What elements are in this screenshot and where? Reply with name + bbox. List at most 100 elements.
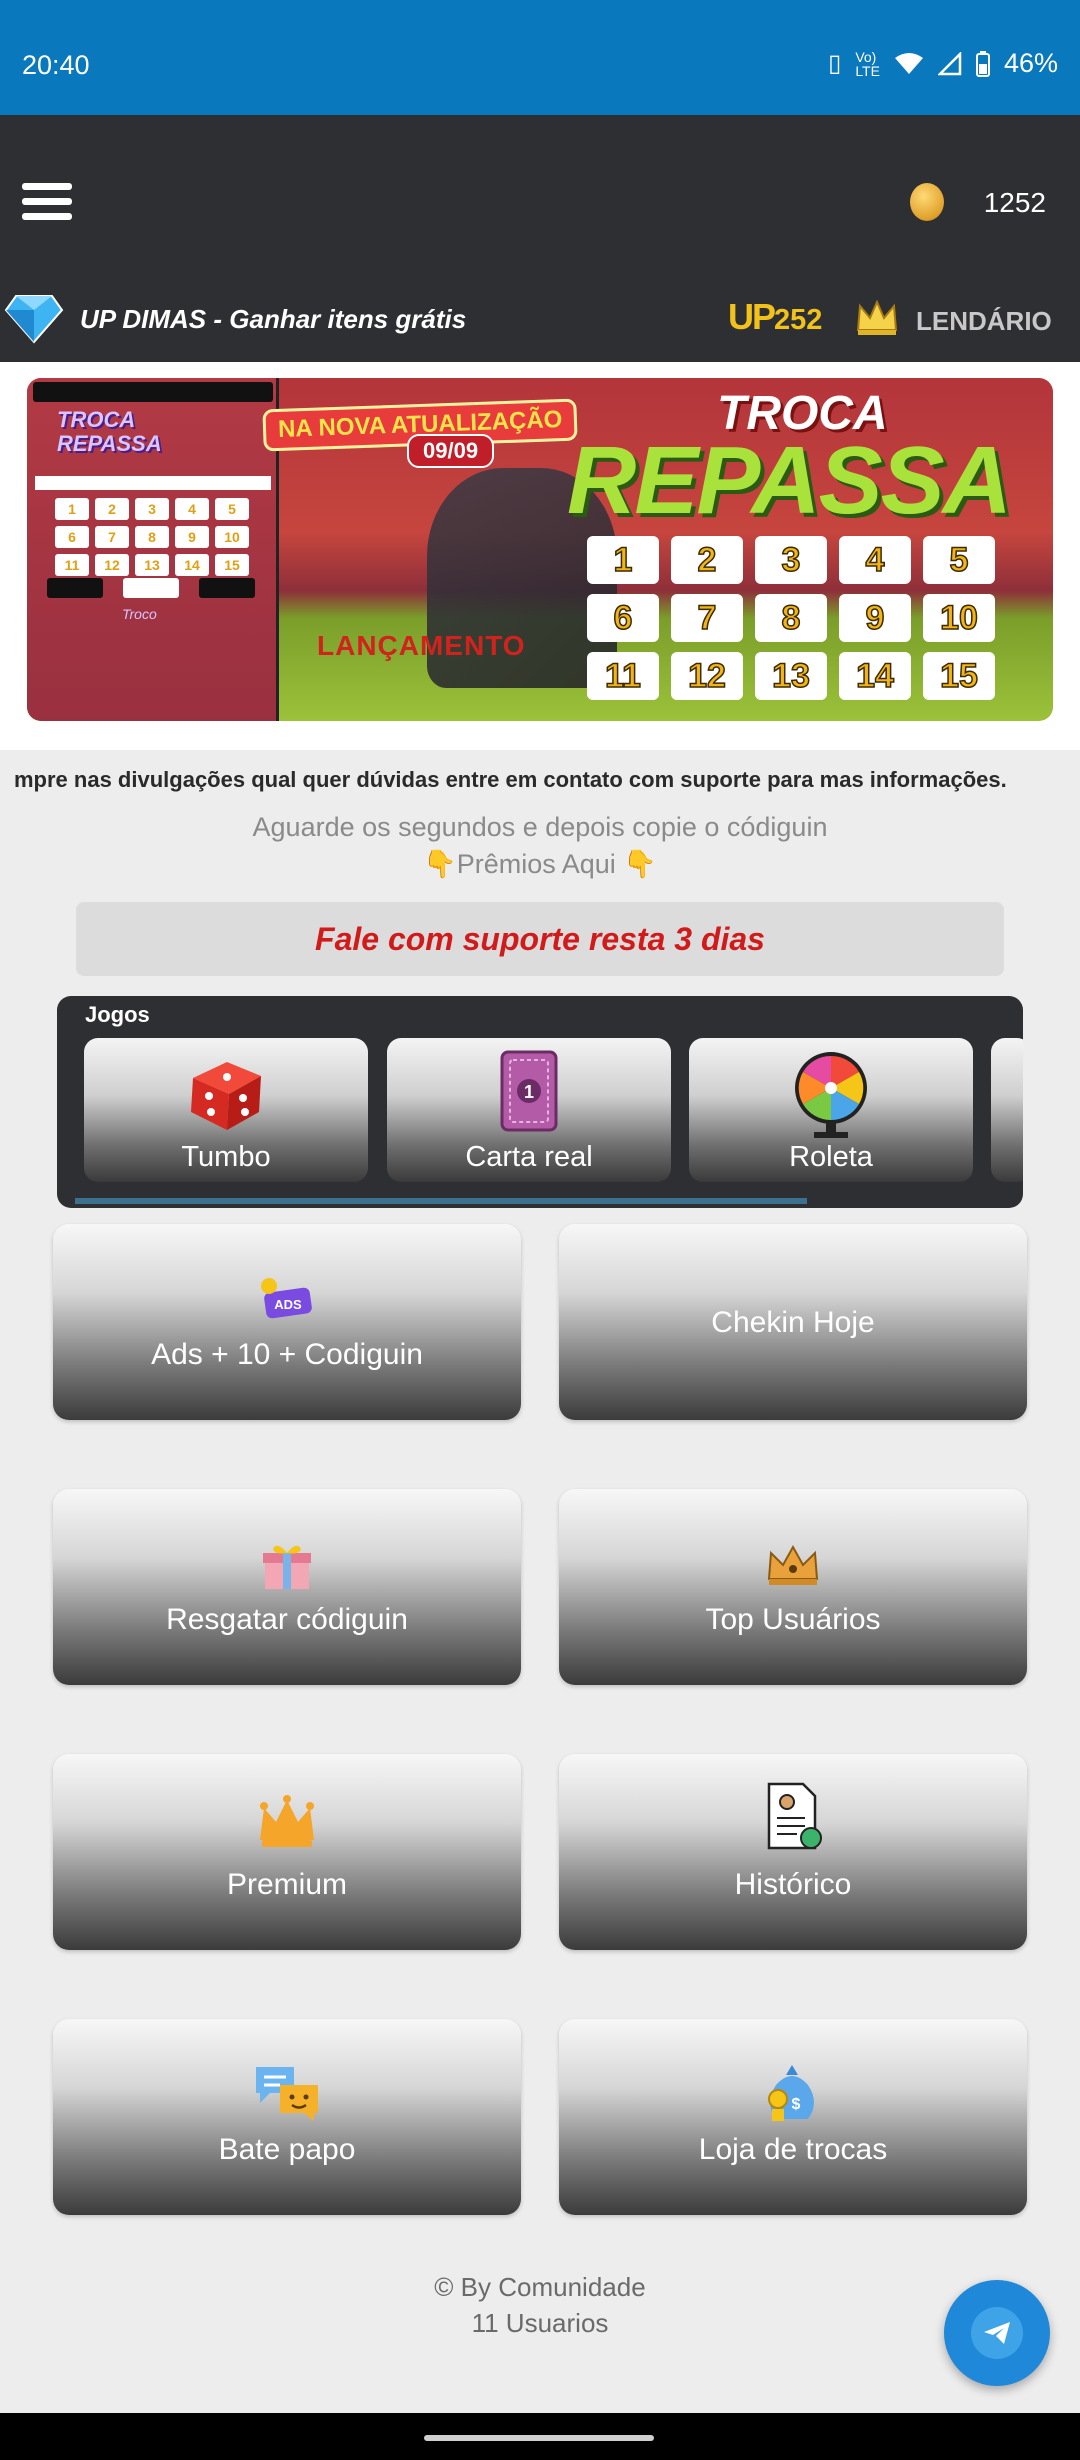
status-time: 20:40: [22, 50, 90, 80]
preview-number: 1: [55, 498, 89, 520]
support-notice[interactable]: Fale com suporte resta 3 dias: [76, 902, 1004, 976]
rank-crown-icon: [856, 300, 898, 335]
banner-number: 10: [923, 594, 995, 642]
card-icon: 1: [500, 1050, 558, 1132]
up-points: 252: [774, 304, 823, 336]
diamond-icon: [4, 295, 64, 344]
battery-icon: [975, 50, 990, 77]
app-title: UP DIMAS - Ganhar itens grátis: [80, 304, 467, 334]
tile-label: Ads + 10 + Codiguin: [151, 1338, 423, 1371]
tile-label: Top Usuários: [705, 1603, 881, 1636]
svg-text:ADS: ADS: [274, 1297, 302, 1312]
preview-number: 12: [95, 554, 129, 576]
rank-label: LENDÁRIO: [916, 306, 1052, 336]
preview-number: 4: [175, 498, 209, 520]
preview-number: 5: [215, 498, 249, 520]
preview-number: 13: [135, 554, 169, 576]
banner-number: 12: [671, 652, 743, 700]
tile-label: Premium: [226, 1868, 347, 1901]
preview-number: 8: [135, 526, 169, 548]
dice-icon: [191, 1062, 261, 1130]
games-section: Jogos Tumbo 1 Carta real Roleta: [57, 996, 1023, 1208]
preview-title-1: TROCA: [57, 407, 136, 432]
banner-number: 7: [671, 594, 743, 642]
up-logo: UP: [728, 296, 776, 337]
banner-launch: LANÇAMENTO: [317, 630, 526, 661]
game-card-partial[interactable]: [991, 1038, 1023, 1182]
game-label: Carta real: [465, 1141, 593, 1173]
crown-icon: [767, 1544, 819, 1585]
banner-number: 9: [839, 594, 911, 642]
support-text: Fale com suporte resta 3 dias: [315, 920, 765, 957]
chat-icon: [256, 2067, 318, 2121]
preview-number: 11: [55, 554, 89, 576]
svg-text:$: $: [792, 2096, 801, 2113]
preview-number-grid: 1 2 3 4 5 6 7 8 9 10 11 12 13 14 15: [55, 498, 249, 576]
banner-number: 11: [587, 652, 659, 700]
preview-number: 15: [215, 554, 249, 576]
preview-number: 14: [175, 554, 209, 576]
telegram-fab[interactable]: [944, 2280, 1050, 2386]
preview-number: 7: [95, 526, 129, 548]
preview-number: 3: [135, 498, 169, 520]
games-scrollbar[interactable]: [75, 1198, 807, 1204]
coin-icon: [910, 183, 944, 221]
tile-label: Resgatar códiguin: [166, 1603, 408, 1636]
premium-button[interactable]: Premium: [53, 1754, 521, 1950]
banner-number: 8: [755, 594, 827, 642]
tile-label: Loja de trocas: [698, 2133, 888, 2166]
tile-label: Histórico: [734, 1868, 852, 1901]
banner-number-grid: 1 2 3 4 5 6 7 8 9 10 11 12 13 14 15: [587, 536, 995, 700]
banner-number: 4: [839, 536, 911, 584]
ads-icon: ADS: [261, 1278, 312, 1319]
game-label: Roleta: [789, 1141, 873, 1173]
coin-balance: 1252: [983, 187, 1046, 218]
banner-number: 6: [587, 594, 659, 642]
money-bag-icon: $: [768, 2065, 814, 2121]
tile-label: Bate papo: [218, 2133, 356, 2166]
banner-phone-preview: TROCA REPASSA 1 2 3 4 5 6 7 8 9 10 11 12 …: [27, 378, 279, 721]
history-document-icon: [767, 1782, 822, 1850]
banner-date: 09/09: [407, 434, 495, 468]
history-button[interactable]: Histórico: [559, 1754, 1027, 1950]
tile-label: Chekin Hoje: [711, 1306, 875, 1339]
status-icons: ▯ Vo) LTE 46%: [828, 48, 1058, 79]
status-bar: 20:40 ▯ Vo) LTE 46%: [0, 0, 1080, 115]
svg-text:1: 1: [524, 1082, 534, 1102]
title-bar: UP DIMAS - Ganhar itens grátis UP 252 LE…: [0, 290, 1080, 362]
redeem-code-button[interactable]: Resgatar códiguin: [53, 1489, 521, 1685]
preview-number: 9: [175, 526, 209, 548]
premium-crown-icon: [260, 1795, 314, 1847]
game-card-roleta[interactable]: Roleta: [689, 1038, 973, 1182]
checkin-today-button[interactable]: Chekin Hoje: [559, 1224, 1027, 1420]
top-users-button[interactable]: Top Usuários: [559, 1489, 1027, 1685]
signal-icon: [937, 51, 962, 75]
wait-instruction: Aguarde os segundos e depois copie o cód…: [252, 812, 828, 842]
game-label: Tumbo: [181, 1141, 271, 1173]
banner-number: 14: [839, 652, 911, 700]
games-label: Jogos: [85, 1002, 150, 1027]
system-nav-bar: [0, 2413, 1080, 2460]
wheel-icon: [795, 1052, 867, 1138]
battery-percent: 46%: [1003, 48, 1058, 78]
exchange-store-button[interactable]: $ Loja de trocas: [559, 2019, 1027, 2215]
game-card-carta-real[interactable]: 1 Carta real: [387, 1038, 671, 1182]
ads-codiguin-button[interactable]: ADS Ads + 10 + Codiguin: [53, 1224, 521, 1420]
banner-number: 3: [755, 536, 827, 584]
banner-number: 15: [923, 652, 995, 700]
banner-title-2: REPASSA: [567, 427, 1012, 534]
vibrate-icon: ▯: [828, 50, 842, 77]
game-card-tumbo[interactable]: Tumbo: [84, 1038, 368, 1182]
marquee-text: mpre nas divulgações qual quer dúvidas e…: [14, 767, 1007, 792]
preview-number: 2: [95, 498, 129, 520]
gift-icon: [263, 1545, 311, 1589]
promo-banner[interactable]: TROCA REPASSA 1 2 3 4 5 6 7 8 9 10 11 12 …: [27, 378, 1053, 721]
banner-number: 2: [671, 536, 743, 584]
prizes-label: 👇Prêmios Aqui 👇: [423, 849, 657, 879]
banner-container: TROCA REPASSA 1 2 3 4 5 6 7 8 9 10 11 12 …: [0, 362, 1080, 750]
banner-number: 13: [755, 652, 827, 700]
home-gesture-bar[interactable]: [424, 2435, 654, 2441]
volte-icon: Vo) LTE: [855, 48, 880, 79]
menu-icon[interactable]: [22, 183, 72, 223]
chat-button[interactable]: Bate papo: [53, 2019, 521, 2215]
